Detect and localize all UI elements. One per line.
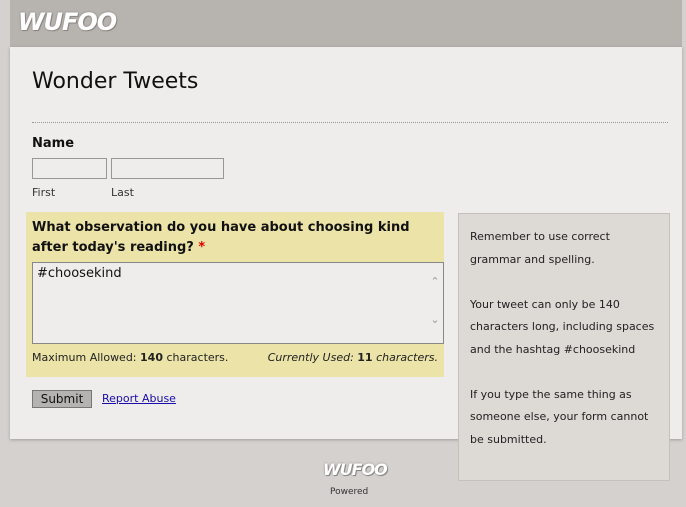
last-name-sublabel: Last xyxy=(111,186,134,199)
footer-wufoo-logo[interactable]: WUFOO xyxy=(323,460,388,479)
title-divider xyxy=(32,122,668,123)
currently-used-unit: characters. xyxy=(376,351,438,364)
name-label: Name xyxy=(32,136,75,151)
question-field-highlight: What observation do you have about choos… xyxy=(26,212,444,377)
chevron-down-icon[interactable]: ⌄ xyxy=(429,314,441,325)
character-counter: Maximum Allowed: 140 characters. Current… xyxy=(32,351,438,364)
instructions-paragraph-3: If you type the same thing as someone el… xyxy=(470,387,649,446)
footer-powered-text: Powered xyxy=(330,487,369,497)
first-name-sublabel: First xyxy=(32,186,56,199)
form-container: Wonder Tweets Name First Last What obser… xyxy=(10,47,682,481)
observation-textarea[interactable]: #choosekind ⌃ ⌄ xyxy=(32,262,444,344)
currently-used: Currently Used: 11 characters. xyxy=(268,351,438,364)
question-label-text: What observation do you have about choos… xyxy=(32,220,410,255)
form-title: Wonder Tweets xyxy=(32,69,199,94)
question-label: What observation do you have about choos… xyxy=(32,218,432,258)
last-name-input[interactable] xyxy=(111,158,224,179)
max-allowed-value: 140 xyxy=(140,351,163,364)
header-bar: WUFOO xyxy=(10,0,682,47)
currently-used-value: 11 xyxy=(357,351,373,364)
submit-button[interactable]: Submit xyxy=(32,390,92,408)
required-marker: * xyxy=(198,240,206,255)
wufoo-logo[interactable]: WUFOO xyxy=(18,8,117,36)
currently-used-label: Currently Used: xyxy=(267,351,354,364)
max-allowed-label: Maximum Allowed: xyxy=(32,351,137,364)
max-allowed-unit: characters. xyxy=(166,351,229,364)
instructions-panel: Remember to use correct grammar and spel… xyxy=(458,213,670,481)
first-name-input[interactable] xyxy=(32,158,107,179)
instructions-paragraph-1: Remember to use correct grammar and spel… xyxy=(470,230,610,266)
report-abuse-link[interactable]: Report Abuse xyxy=(102,392,176,405)
textarea-value: #choosekind xyxy=(37,266,122,281)
chevron-up-icon[interactable]: ⌃ xyxy=(429,276,441,287)
textarea-scrollbar[interactable]: ⌃ ⌄ xyxy=(427,263,443,343)
instructions-paragraph-2: Your tweet can only be 140 characters lo… xyxy=(470,297,655,356)
